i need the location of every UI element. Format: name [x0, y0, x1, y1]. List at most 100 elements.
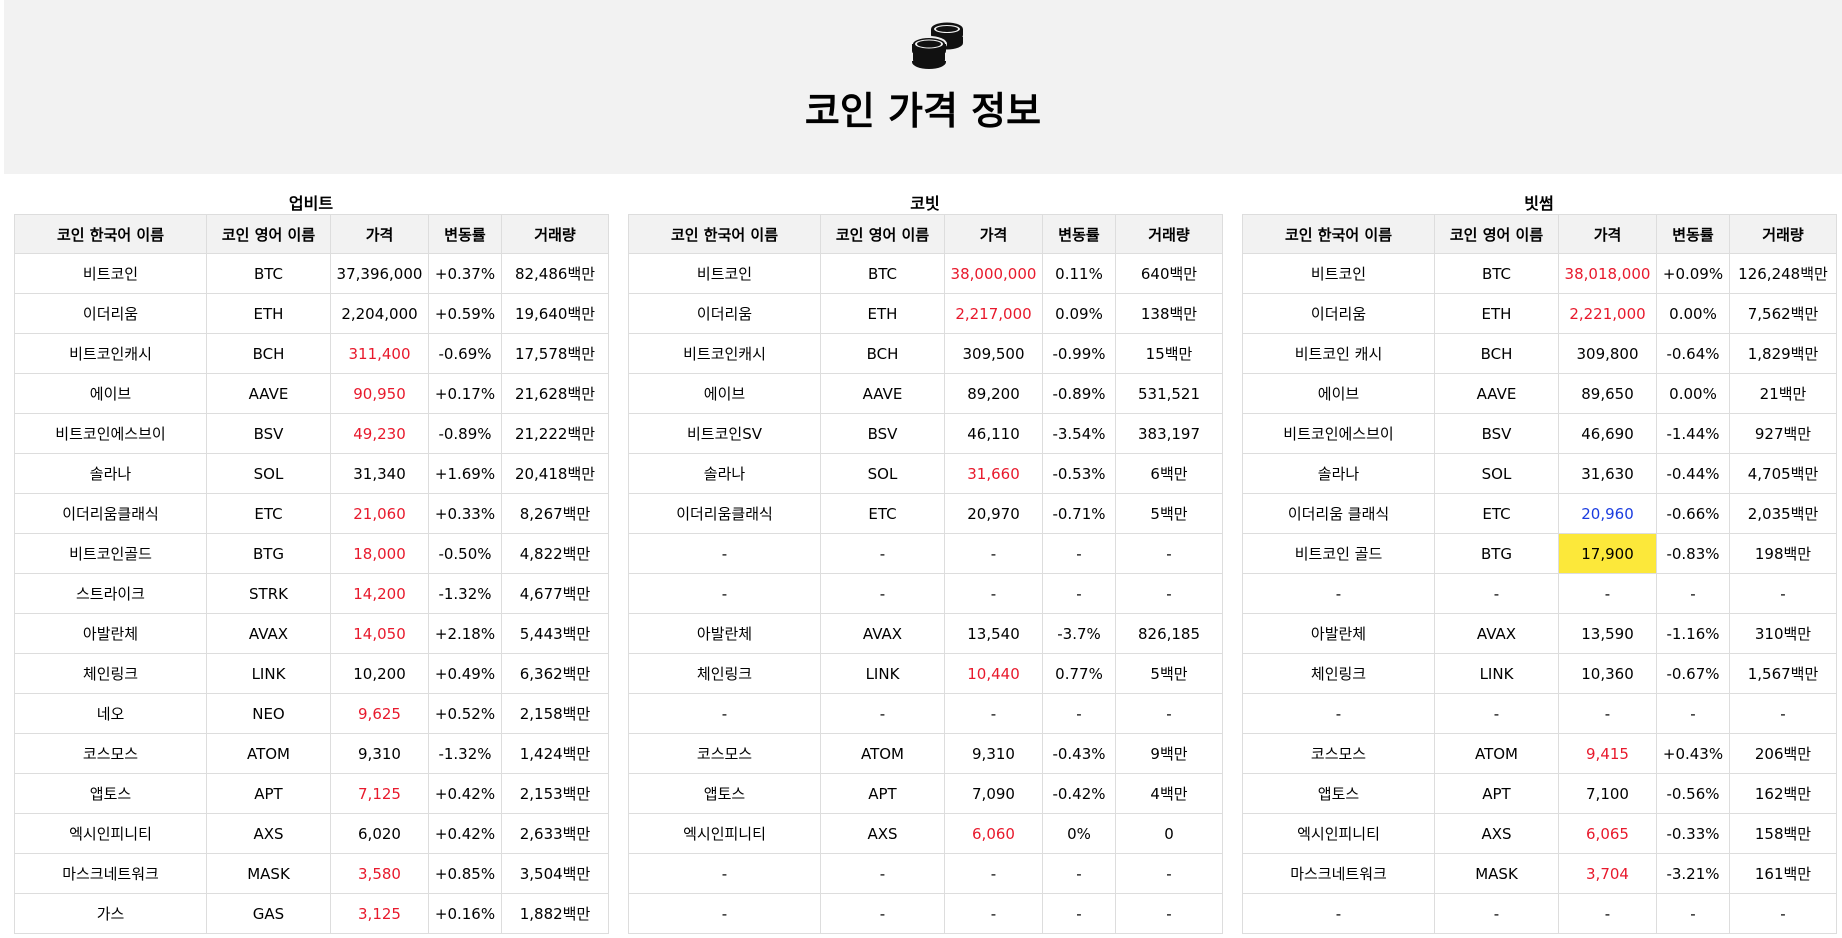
cell-price: 31,660	[944, 453, 1043, 494]
cell-volume: 206백만	[1729, 733, 1837, 774]
cell-en: -	[1434, 573, 1559, 614]
cell-ko: 비트코인캐시	[628, 333, 821, 374]
table-header-row: 코인 한국어 이름 코인 영어 이름 가격 변동률 거래량	[14, 214, 609, 254]
cell-price: -	[944, 893, 1043, 934]
cell-volume: 4백만	[1115, 773, 1223, 814]
table-row: 비트코인 캐시 BCH 309,800 -0.64% 1,829백만	[1242, 333, 1837, 374]
cell-volume: 9백만	[1115, 733, 1223, 774]
cell-price: 2,217,000	[944, 293, 1043, 334]
cell-price: 2,204,000	[330, 293, 429, 334]
exchange-section-0: 업비트 코인 한국어 이름 코인 영어 이름 가격 변동률 거래량 비트코인 BTC 37,39…	[14, 194, 609, 934]
cell-change: -3.7%	[1042, 613, 1116, 654]
cell-change: -1.32%	[428, 733, 502, 774]
cell-change: -	[1656, 693, 1730, 734]
cell-price: 14,050	[330, 613, 429, 654]
cell-ko: -	[1242, 893, 1435, 934]
column-header: 코인 영어 이름	[820, 214, 945, 254]
cell-price: 20,970	[944, 493, 1043, 534]
cell-change: -0.71%	[1042, 493, 1116, 534]
column-header: 코인 한국어 이름	[1242, 214, 1435, 254]
table-row: 코스모스 ATOM 9,415 +0.43% 206백만	[1242, 733, 1837, 774]
cell-en: ATOM	[206, 733, 331, 774]
cell-ko: 아발란체	[628, 613, 821, 654]
cell-ko: 비트코인 캐시	[1242, 333, 1435, 374]
cell-price: 309,500	[944, 333, 1043, 374]
cell-ko: 비트코인골드	[14, 533, 207, 574]
cell-volume: 21백만	[1729, 373, 1837, 414]
cell-change: -	[1656, 573, 1730, 614]
cell-ko: 엑시인피니티	[628, 813, 821, 854]
table-row: 마스크네트워크 MASK 3,704 -3.21% 161백만	[1242, 853, 1837, 894]
cell-ko: 비트코인	[628, 253, 821, 294]
table-row: -----	[628, 853, 1223, 894]
price-table: 코인 한국어 이름 코인 영어 이름 가격 변동률 거래량 비트코인 BTC 38,018,0…	[1242, 214, 1837, 934]
exchange-title: 빗썸	[1524, 194, 1554, 213]
cell-volume: 4,677백만	[501, 573, 609, 614]
table-row: 에이브 AAVE 90,950 +0.17% 21,628백만	[14, 373, 609, 414]
cell-change: -	[1042, 573, 1116, 614]
cell-volume: 5백만	[1115, 493, 1223, 534]
cell-change: -0.67%	[1656, 653, 1730, 694]
cell-change: -0.69%	[428, 333, 502, 374]
cell-price: -	[944, 533, 1043, 574]
cell-ko: 비트코인	[1242, 253, 1435, 294]
cell-volume: 8,267백만	[501, 493, 609, 534]
cell-en: -	[820, 893, 945, 934]
cell-change: -0.50%	[428, 533, 502, 574]
cell-en: BTC	[206, 253, 331, 294]
cell-price: 9,310	[944, 733, 1043, 774]
cell-ko: 이더리움클래식	[628, 493, 821, 534]
table-row: 비트코인 골드 BTG 17,900 -0.83% 198백만	[1242, 533, 1837, 574]
cell-change: -1.16%	[1656, 613, 1730, 654]
coins-stack-icon	[911, 22, 963, 69]
table-row: 이더리움 클래식 ETC 20,960 -0.66% 2,035백만	[1242, 493, 1837, 534]
cell-en: AXS	[1434, 813, 1559, 854]
cell-volume: 5백만	[1115, 653, 1223, 694]
cell-ko: 비트코인에스브이	[14, 413, 207, 454]
cell-ko: 이더리움	[1242, 293, 1435, 334]
cell-change: -0.43%	[1042, 733, 1116, 774]
cell-price: 13,590	[1558, 613, 1657, 654]
exchange-title: 코빗	[910, 194, 940, 213]
cell-volume: 82,486백만	[501, 253, 609, 294]
table-row: 마스크네트워크 MASK 3,580 +0.85% 3,504백만	[14, 853, 609, 894]
cell-change: -0.64%	[1656, 333, 1730, 374]
cell-volume: 0	[1115, 813, 1223, 854]
table-header-row: 코인 한국어 이름 코인 영어 이름 가격 변동률 거래량	[1242, 214, 1837, 254]
column-header: 가격	[1558, 214, 1657, 254]
table-row: 네오 NEO 9,625 +0.52% 2,158백만	[14, 693, 609, 734]
cell-price: 17,900	[1558, 533, 1657, 574]
table-row: 이더리움클래식 ETC 20,970 -0.71% 5백만	[628, 493, 1223, 534]
table-row: -----	[628, 573, 1223, 614]
cell-en: MASK	[1434, 853, 1559, 894]
cell-price: -	[1558, 693, 1657, 734]
cell-volume: -	[1729, 893, 1837, 934]
table-row: 앱토스 APT 7,090 -0.42% 4백만	[628, 773, 1223, 814]
cell-en: SOL	[206, 453, 331, 494]
table-row: 솔라나 SOL 31,630 -0.44% 4,705백만	[1242, 453, 1837, 494]
cell-ko: 이더리움 클래식	[1242, 493, 1435, 534]
table-row: 비트코인캐시 BCH 311,400 -0.69% 17,578백만	[14, 333, 609, 374]
cell-price: 18,000	[330, 533, 429, 574]
cell-change: -3.54%	[1042, 413, 1116, 454]
cell-change: -0.83%	[1656, 533, 1730, 574]
cell-volume: 2,633백만	[501, 813, 609, 854]
table-header-row: 코인 한국어 이름 코인 영어 이름 가격 변동률 거래량	[628, 214, 1223, 254]
cell-volume: -	[1115, 853, 1223, 894]
cell-ko: 비트코인	[14, 253, 207, 294]
cell-volume: 383,197	[1115, 413, 1223, 454]
price-table: 코인 한국어 이름 코인 영어 이름 가격 변동률 거래량 비트코인 BTC 38,000,0…	[628, 214, 1223, 934]
cell-price: 3,580	[330, 853, 429, 894]
cell-volume: 1,882백만	[501, 893, 609, 934]
cell-en: GAS	[206, 893, 331, 934]
cell-price: 49,230	[330, 413, 429, 454]
table-row: 체인링크 LINK 10,200 +0.49% 6,362백만	[14, 653, 609, 694]
cell-price: 89,200	[944, 373, 1043, 414]
table-row: 스트라이크 STRK 14,200 -1.32% 4,677백만	[14, 573, 609, 614]
table-row: 아발란체 AVAX 13,540 -3.7% 826,185	[628, 613, 1223, 654]
cell-ko: 체인링크	[1242, 653, 1435, 694]
cell-volume: 21,222백만	[501, 413, 609, 454]
cell-change: -	[1042, 893, 1116, 934]
cell-volume: 138백만	[1115, 293, 1223, 334]
column-header: 거래량	[501, 214, 609, 254]
